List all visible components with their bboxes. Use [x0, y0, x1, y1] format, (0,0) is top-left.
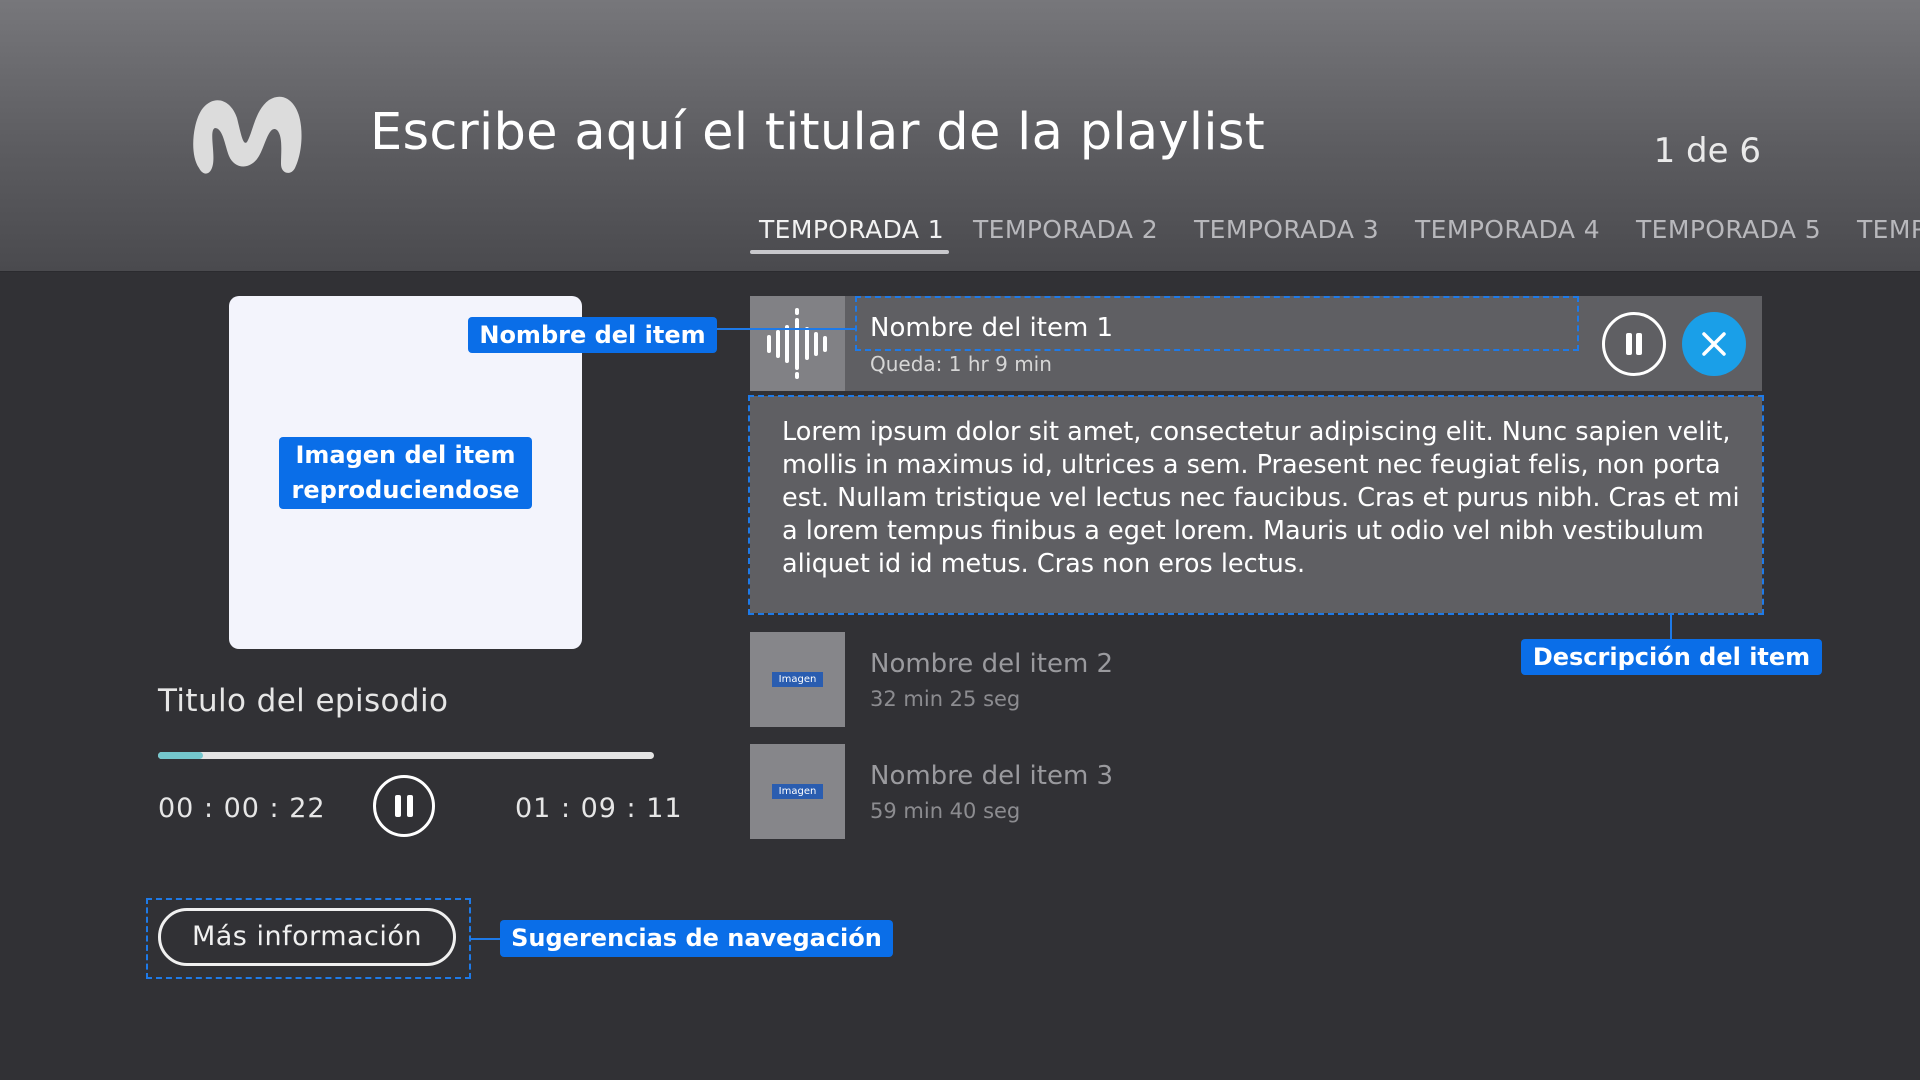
- queue-item-thumb[interactable]: Imagen: [750, 744, 845, 839]
- queue-item-name[interactable]: Nombre del item 2: [870, 649, 1113, 679]
- tab-temporada-5[interactable]: TEMPORADA 5: [1636, 215, 1821, 244]
- time-elapsed: 00 : 00 : 22: [158, 793, 326, 824]
- audio-wave-icon: [767, 308, 827, 379]
- tab-temporada-6[interactable]: TEMPORADA 6: [1857, 215, 1920, 244]
- item-close-button[interactable]: [1682, 312, 1746, 376]
- image-placeholder-label: Imagen: [772, 672, 823, 687]
- tab-temporada-4[interactable]: TEMPORADA 4: [1415, 215, 1600, 244]
- queue-item-duration: 32 min 25 seg: [870, 687, 1021, 711]
- progress-fill: [158, 752, 203, 759]
- queue-item-duration: 59 min 40 seg: [870, 799, 1021, 823]
- annotation-label-item-image: Imagen del item reproduciendose: [279, 437, 532, 509]
- tab-temporada-2[interactable]: TEMPORADA 2: [973, 215, 1158, 244]
- brand-logo: [193, 96, 302, 174]
- episode-title: Titulo del episodio: [158, 683, 449, 719]
- playlist-item-remaining: Queda: 1 hr 9 min: [870, 352, 1052, 376]
- annotation-box-description: [748, 395, 1764, 615]
- item-pause-button[interactable]: [1602, 312, 1666, 376]
- tab-temporada-1[interactable]: TEMPORADA 1: [759, 215, 944, 244]
- page-title: Escribe aquí el titular de la playlist: [370, 103, 1265, 162]
- annotation-label-navigation: Sugerencias de navegación: [500, 920, 893, 957]
- time-total: 01 : 09 : 11: [515, 793, 683, 824]
- close-icon: [1702, 332, 1726, 356]
- queue-item-thumb[interactable]: Imagen: [750, 632, 845, 727]
- audio-wave-thumb: [750, 296, 845, 391]
- image-placeholder-label: Imagen: [772, 784, 823, 799]
- player-pause-button[interactable]: [373, 775, 435, 837]
- annotation-line: [471, 938, 500, 940]
- pause-icon: [1626, 333, 1642, 355]
- page-counter: 1 de 6: [1653, 131, 1761, 171]
- annotation-label-description: Descripción del item: [1521, 639, 1822, 675]
- pause-icon: [395, 795, 413, 817]
- annotation-box-navigation: [146, 898, 471, 979]
- season-tabs: TEMPORADA 1 TEMPORADA 2 TEMPORADA 3 TEMP…: [750, 210, 1920, 255]
- queue-item-name[interactable]: Nombre del item 3: [870, 761, 1113, 791]
- annotation-line: [1670, 615, 1672, 640]
- annotation-label-item-name: Nombre del item: [468, 317, 717, 353]
- annotation-line: [717, 328, 855, 330]
- progress-bar[interactable]: [158, 752, 654, 759]
- tab-temporada-3[interactable]: TEMPORADA 3: [1194, 215, 1379, 244]
- annotation-box-item-name: [855, 296, 1579, 351]
- active-tab-indicator: [750, 250, 949, 254]
- header: Escribe aquí el titular de la playlist 1…: [0, 0, 1920, 272]
